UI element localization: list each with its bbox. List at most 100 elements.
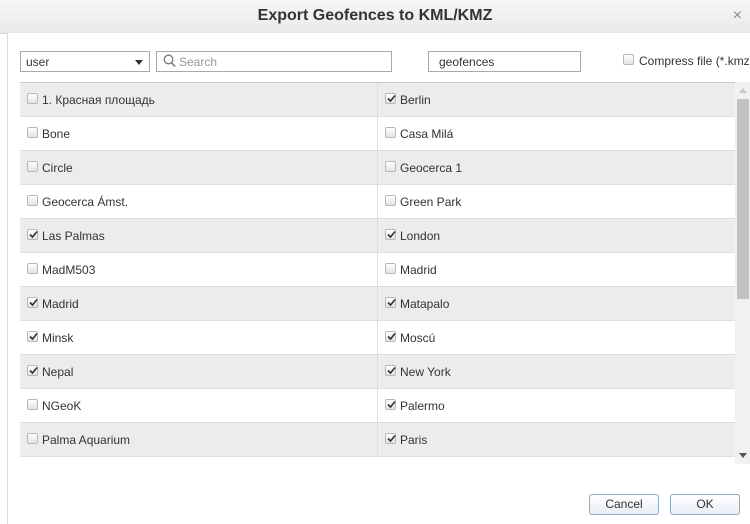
- geofence-item[interactable]: Minsk: [20, 321, 377, 354]
- geofence-name: Casa Milá: [400, 127, 454, 141]
- checkmark-icon: [387, 434, 396, 443]
- geofence-name: Minsk: [42, 331, 74, 345]
- geofence-item[interactable]: London: [377, 219, 735, 252]
- geofence-name: Palermo: [400, 399, 445, 413]
- table-row: Palma Aquarium Paris: [20, 423, 735, 457]
- geofence-item[interactable]: New York: [377, 355, 735, 388]
- geofence-name: Matapalo: [400, 297, 450, 311]
- export-toolbar: user Compress file (*.kmz): [8, 33, 750, 81]
- dialog-title: Export Geofences to KML/KMZ: [257, 7, 493, 24]
- geofence-name: Bone: [42, 127, 71, 141]
- geofence-checkbox[interactable]: [385, 127, 396, 138]
- geofence-checkbox[interactable]: [27, 93, 38, 104]
- geofence-name: Green Park: [400, 195, 462, 209]
- geofence-name: Geocerca 1: [400, 161, 463, 175]
- geofence-name: London: [400, 229, 441, 243]
- dialog-titlebar: Export Geofences to KML/KMZ ×: [0, 0, 750, 34]
- geofence-checkbox[interactable]: [385, 399, 396, 410]
- geofence-item[interactable]: Casa Milá: [377, 117, 735, 150]
- table-row: NGeoK Palermo: [20, 389, 735, 423]
- table-row: Bone Casa Milá: [20, 117, 735, 151]
- export-geofences-dialog: Export Geofences to KML/KMZ × user Comp: [0, 0, 750, 524]
- search-input[interactable]: [179, 54, 384, 69]
- checkmark-icon: [29, 366, 38, 375]
- geofence-checkbox[interactable]: [385, 365, 396, 376]
- geofence-name: Geocerca Ámst.: [42, 195, 129, 209]
- geofence-checkbox[interactable]: [385, 263, 396, 274]
- geofence-name: 1. Красная площадь: [42, 93, 155, 107]
- geofence-item[interactable]: Berlin: [377, 83, 735, 116]
- geofence-item[interactable]: Bone: [20, 117, 377, 150]
- geofence-item[interactable]: Matapalo: [377, 287, 735, 320]
- geofence-item[interactable]: Madrid: [20, 287, 377, 320]
- geofence-item[interactable]: Madrid: [377, 253, 735, 286]
- geofence-name: Las Palmas: [42, 229, 105, 243]
- close-icon[interactable]: ×: [733, 8, 742, 24]
- geofence-name: Circle: [42, 161, 73, 175]
- geofence-checkbox[interactable]: [385, 93, 396, 104]
- geofence-item[interactable]: Las Palmas: [20, 219, 377, 252]
- list-scrollbar[interactable]: [735, 82, 750, 464]
- geofence-checkbox[interactable]: [27, 365, 38, 376]
- geofence-item[interactable]: Green Park: [377, 185, 735, 218]
- geofence-checkbox[interactable]: [27, 331, 38, 342]
- geofence-checkbox[interactable]: [27, 127, 38, 138]
- geofence-checkbox[interactable]: [27, 263, 38, 274]
- geofence-name: New York: [400, 365, 451, 379]
- geofence-item[interactable]: 1. Красная площадь: [20, 83, 377, 116]
- geofence-checkbox[interactable]: [27, 195, 38, 206]
- geofence-checkbox[interactable]: [385, 195, 396, 206]
- table-row: Geocerca Ámst. Green Park: [20, 185, 735, 219]
- geofence-name: Berlin: [400, 93, 431, 107]
- geofence-checkbox[interactable]: [27, 433, 38, 444]
- geofence-item[interactable]: Palma Aquarium: [20, 423, 377, 456]
- geofence-item[interactable]: Palermo: [377, 389, 735, 422]
- geofence-name: MadM503: [42, 263, 96, 277]
- geofence-item[interactable]: Nepal: [20, 355, 377, 388]
- geofence-item[interactable]: NGeoK: [20, 389, 377, 422]
- chevron-down-icon: [135, 60, 143, 65]
- checkmark-icon: [29, 230, 38, 239]
- geofence-checkbox[interactable]: [385, 297, 396, 308]
- dialog-footer: Cancel OK: [8, 464, 750, 524]
- geofence-checkbox[interactable]: [27, 297, 38, 308]
- scrollbar-thumb[interactable]: [737, 99, 749, 299]
- search-box[interactable]: [156, 51, 392, 72]
- geofence-item[interactable]: Geocerca Ámst.: [20, 185, 377, 218]
- geofence-name: Moscú: [400, 331, 436, 345]
- table-row: Circle Geocerca 1: [20, 151, 735, 185]
- geofence-item[interactable]: Paris: [377, 423, 735, 456]
- ok-button[interactable]: OK: [670, 494, 740, 515]
- cancel-button[interactable]: Cancel: [589, 494, 659, 515]
- table-row: 1. Красная площадь Berlin: [20, 83, 735, 117]
- search-icon: [163, 54, 176, 68]
- geofence-checkbox[interactable]: [385, 229, 396, 240]
- user-select-value: user: [26, 55, 50, 69]
- geofence-checkbox[interactable]: [385, 331, 396, 342]
- geofence-item[interactable]: Circle: [20, 151, 377, 184]
- compress-checkbox[interactable]: [623, 54, 634, 65]
- geofence-name: Palma Aquarium: [42, 433, 131, 447]
- scroll-down-arrow-icon[interactable]: [739, 453, 747, 458]
- filename-input[interactable]: [428, 51, 581, 72]
- geofence-checkbox[interactable]: [385, 433, 396, 444]
- checkmark-icon: [387, 298, 396, 307]
- user-select[interactable]: user: [20, 51, 150, 72]
- checkmark-icon: [387, 366, 396, 375]
- checkmark-icon: [387, 332, 396, 341]
- geofence-item[interactable]: Geocerca 1: [377, 151, 735, 184]
- checkmark-icon: [29, 298, 38, 307]
- compress-toggle[interactable]: Compress file (*.kmz): [623, 52, 750, 70]
- geofence-checkbox[interactable]: [27, 229, 38, 240]
- geofence-checkbox[interactable]: [27, 399, 38, 410]
- geofence-name: Paris: [400, 433, 428, 447]
- scroll-up-arrow-icon[interactable]: [739, 88, 747, 93]
- geofence-item[interactable]: MadM503: [20, 253, 377, 286]
- geofence-checkbox[interactable]: [27, 161, 38, 172]
- checkmark-icon: [387, 94, 396, 103]
- geofence-name: Madrid: [42, 297, 79, 311]
- geofence-item[interactable]: Moscú: [377, 321, 735, 354]
- checkmark-icon: [29, 332, 38, 341]
- geofence-checkbox[interactable]: [385, 161, 396, 172]
- table-row: MadM503 Madrid: [20, 253, 735, 287]
